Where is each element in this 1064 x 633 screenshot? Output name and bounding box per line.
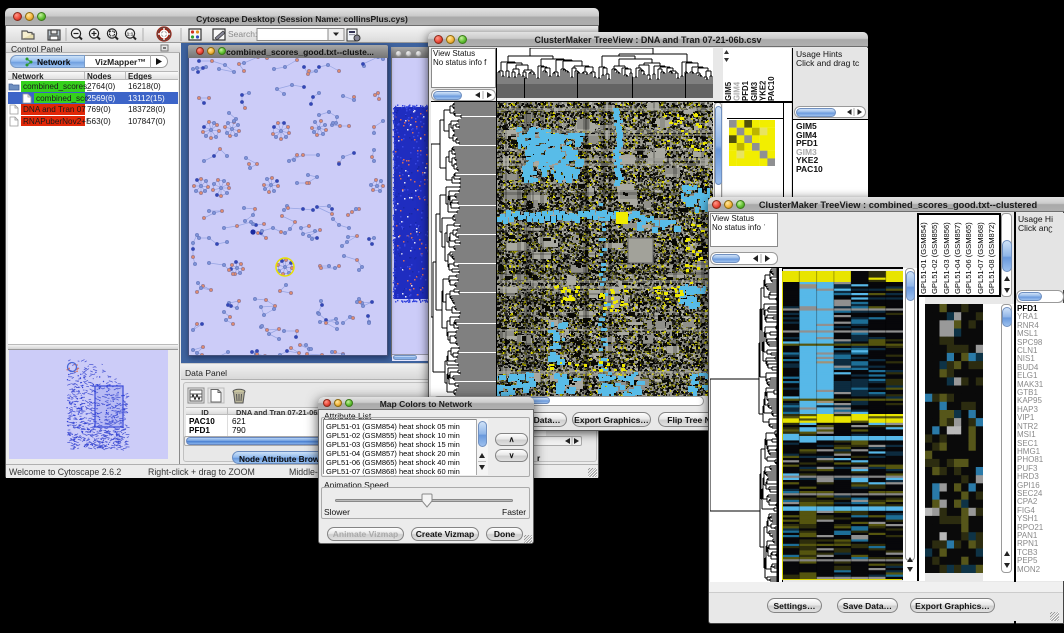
svg-text:GPL51-01 (GSM854): GPL51-01 (GSM854) [919,222,928,294]
svg-text:Search:: Search: [228,29,257,39]
svg-text:GPL51-02 (GSM855): GPL51-02 (GSM855) [930,222,939,294]
svg-text:GPL51-08 (GSM872): GPL51-08 (GSM872) [987,222,996,294]
svg-text:PAC10: PAC10 [767,76,776,101]
svg-text:GPL51-07 (GSM868): GPL51-07 (GSM868) [976,222,985,294]
svg-text:GPL51-03 (GSM856): GPL51-03 (GSM856) [942,222,951,294]
svg-text:GPL51-04 (GSM857): GPL51-04 (GSM857) [953,222,962,294]
svg-text:1:1: 1:1 [127,32,134,37]
svg-text:GPL51-06 (GSM865): GPL51-06 (GSM865) [964,222,973,294]
